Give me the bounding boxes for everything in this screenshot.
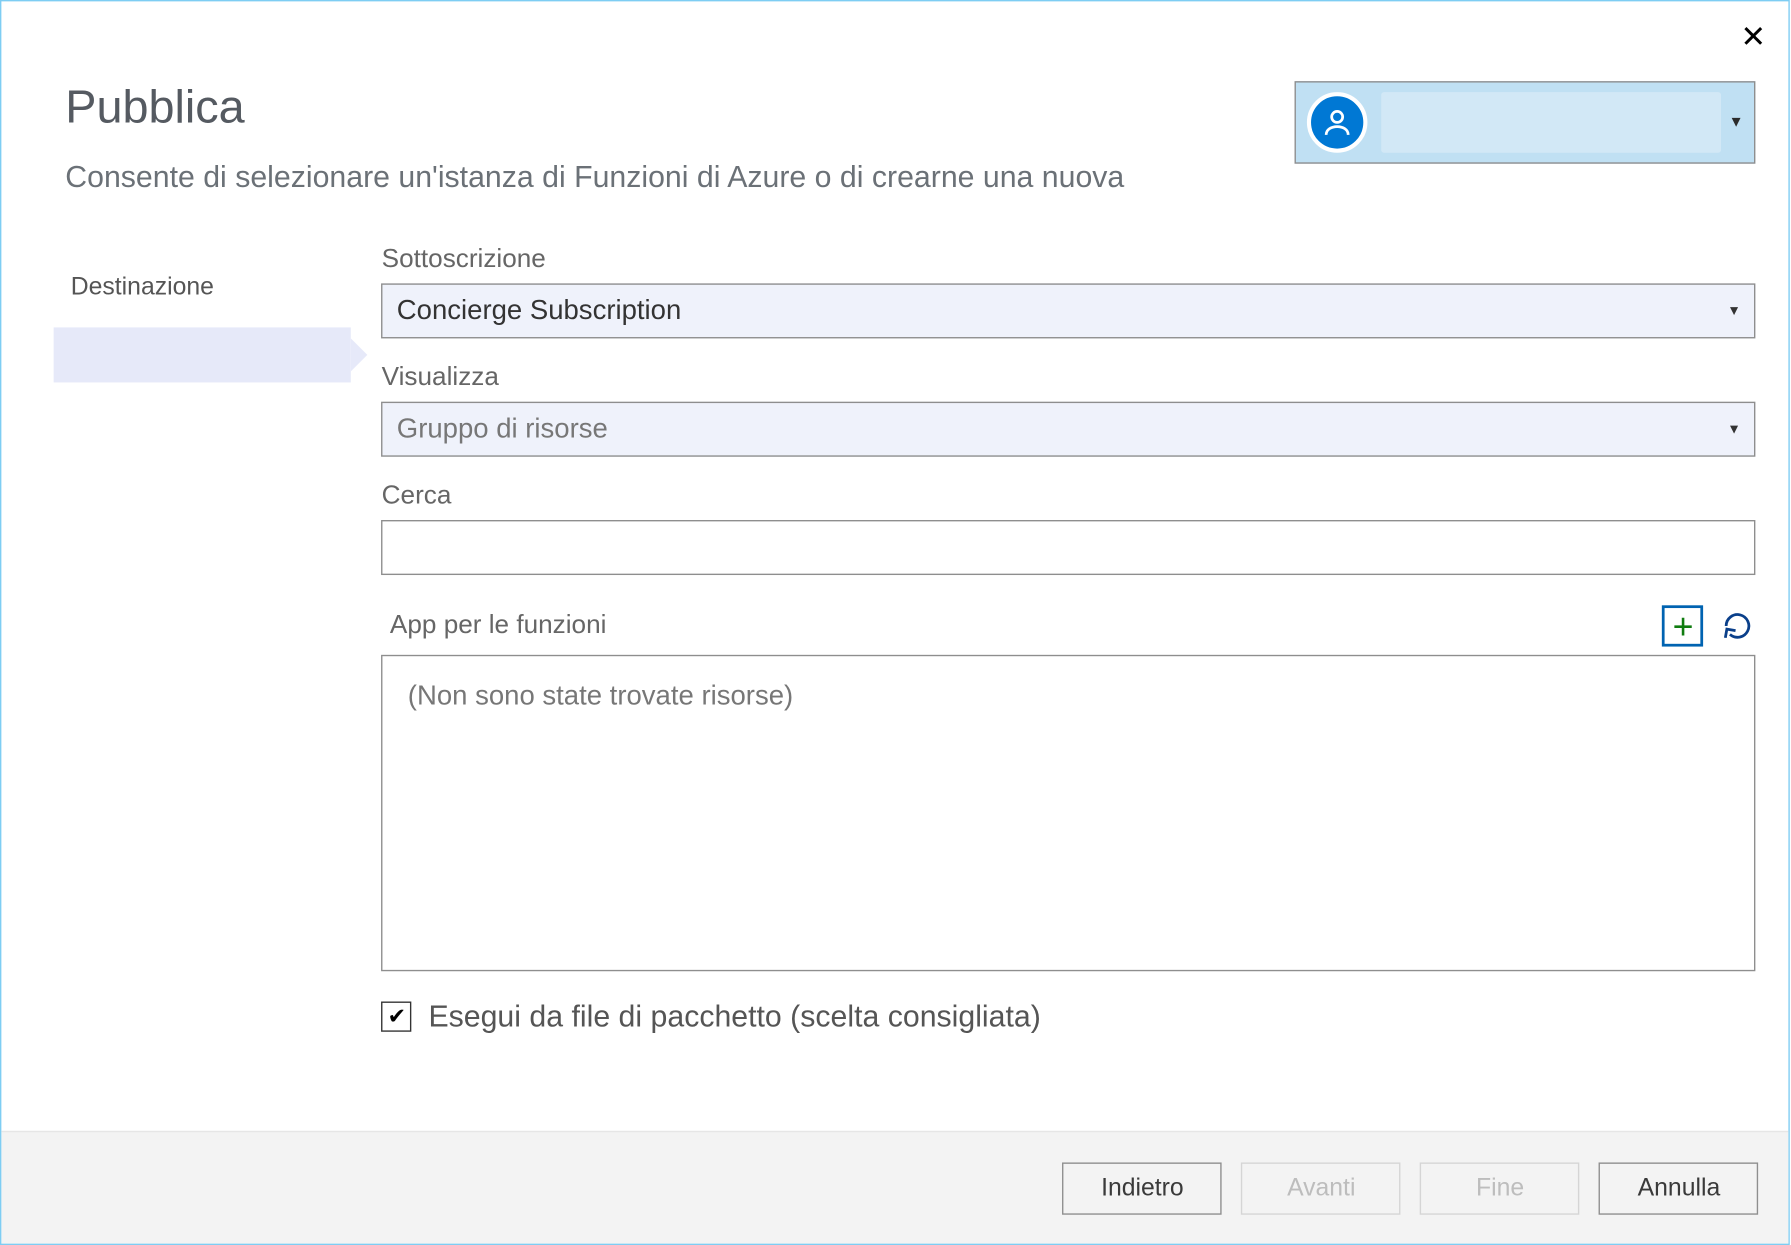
view-label: Visualizza [382, 363, 1756, 393]
apps-label: App per le funzioni [382, 611, 607, 641]
nav-item-functions-instance[interactable]: Istanza di Funzioni [54, 327, 351, 382]
dialog-footer: Indietro Avanti Fine Annulla [2, 1131, 1789, 1244]
search-label: Cerca [382, 481, 1756, 511]
field-subscription: Sottoscrizione Concierge Subscription ▼ [382, 245, 1756, 339]
cancel-button-label: Annulla [1638, 1173, 1721, 1202]
view-value: Gruppo di risorse [397, 413, 608, 445]
run-from-package-label: Esegui da file di pacchetto (scelta cons… [428, 999, 1040, 1035]
apps-actions: + [1662, 605, 1756, 646]
account-avatar-icon [1308, 92, 1369, 153]
run-from-package-checkbox[interactable]: ✔ [382, 1002, 412, 1032]
form-area: Sottoscrizione Concierge Subscription ▼ … [360, 245, 1789, 1130]
chevron-down-icon: ▼ [1727, 303, 1741, 318]
subscription-value: Concierge Subscription [397, 295, 681, 327]
plus-icon: + [1673, 608, 1694, 644]
field-search: Cerca [382, 481, 1756, 575]
finish-button: Fine [1420, 1162, 1580, 1214]
finish-button-label: Fine [1476, 1173, 1524, 1202]
dialog-subtitle: Consente di selezionare un'istanza di Fu… [65, 160, 1739, 196]
nav-label: Destinazione [71, 272, 214, 301]
back-button-label: Indietro [1101, 1173, 1184, 1202]
chevron-down-icon: ▼ [1729, 114, 1744, 131]
cancel-button[interactable]: Annulla [1599, 1162, 1759, 1214]
add-app-button[interactable]: + [1662, 605, 1703, 646]
check-icon: ✔ [388, 1003, 406, 1031]
run-from-package-row: ✔ Esegui da file di pacchetto (scelta co… [382, 999, 1756, 1035]
apps-empty-text: (Non sono state trovate risorse) [408, 681, 793, 711]
account-name-label [1382, 92, 1721, 153]
chevron-down-icon: ▼ [1727, 422, 1741, 437]
next-button-label: Avanti [1287, 1173, 1355, 1202]
field-view: Visualizza Gruppo di risorse ▼ [382, 363, 1756, 457]
account-selector[interactable]: ▼ [1295, 81, 1756, 164]
subscription-label: Sottoscrizione [382, 245, 1756, 275]
search-input[interactable] [382, 520, 1756, 575]
back-button[interactable]: Indietro [1063, 1162, 1223, 1214]
content-area: Destinazione Istanza di Funzioni Sottosc… [2, 245, 1789, 1130]
apps-listbox[interactable]: (Non sono state trovate risorse) [382, 655, 1756, 971]
subscription-select[interactable]: Concierge Subscription ▼ [382, 283, 1756, 338]
nav-item-destination[interactable]: Destinazione [2, 259, 360, 314]
dialog-header: Pubblica Consente di selezionare un'ista… [2, 1, 1789, 195]
next-button: Avanti [1241, 1162, 1401, 1214]
view-select[interactable]: Gruppo di risorse ▼ [382, 402, 1756, 457]
apps-header-row: App per le funzioni + [382, 605, 1756, 646]
refresh-button[interactable] [1720, 608, 1756, 644]
wizard-nav: Destinazione Istanza di Funzioni [2, 245, 360, 1130]
refresh-icon [1723, 611, 1753, 641]
publish-dialog: ✕ Pubblica Consente di selezionare un'is… [1, 0, 1791, 1245]
